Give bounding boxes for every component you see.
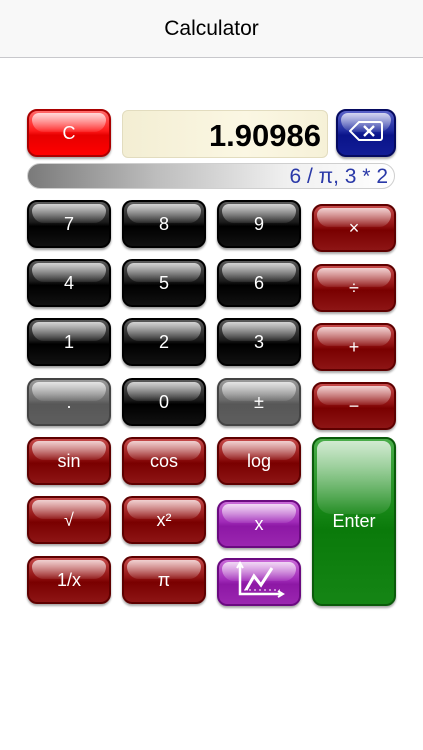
digit-1-label: 1 [63, 331, 74, 352]
divide-button[interactable]: ÷ [312, 264, 396, 312]
history-expression: 6 / π, 3 * 2 [289, 165, 388, 188]
digit-1-button[interactable]: 1 [27, 318, 111, 366]
reciprocal-button[interactable]: 1/x [27, 556, 111, 604]
digit-5-label: 5 [158, 272, 169, 293]
digit-7-button[interactable]: 7 [27, 200, 111, 248]
graph-icon [232, 560, 286, 604]
square-button[interactable]: x² [122, 496, 206, 544]
calculator-display: 1.90986 [122, 110, 328, 158]
pi-button[interactable]: π [122, 556, 206, 604]
plus-minus-button[interactable]: ± [217, 378, 301, 426]
multiply-label: × [348, 217, 360, 238]
add-label: + [348, 336, 360, 357]
variable-x-label: x [254, 513, 264, 534]
square-label: x² [156, 509, 172, 530]
subtract-button[interactable]: − [312, 382, 396, 430]
subtract-label: − [348, 395, 360, 416]
digit-9-button[interactable]: 9 [217, 200, 301, 248]
add-button[interactable]: + [312, 323, 396, 371]
divide-label: ÷ [349, 277, 359, 298]
digit-7-label: 7 [63, 213, 74, 234]
sin-label: sin [57, 450, 81, 471]
digit-0-label: 0 [158, 391, 169, 412]
digit-6-button[interactable]: 6 [217, 259, 301, 307]
sqrt-button[interactable]: √ [27, 496, 111, 544]
sin-button[interactable]: sin [27, 437, 111, 485]
display-value: 1.90986 [208, 118, 321, 153]
variable-x-button[interactable]: x [217, 500, 301, 548]
digit-5-button[interactable]: 5 [122, 259, 206, 307]
log-button[interactable]: log [217, 437, 301, 485]
digit-9-label: 9 [253, 213, 264, 234]
clear-button-label: C [62, 122, 76, 143]
page-title: Calculator [164, 17, 259, 40]
enter-label: Enter [332, 511, 376, 531]
digit-4-label: 4 [63, 272, 74, 293]
decimal-label: . [66, 391, 72, 412]
backspace-button[interactable] [336, 109, 396, 157]
digit-6-label: 6 [253, 272, 264, 293]
history-bar: 6 / π, 3 * 2 [27, 163, 395, 189]
clear-button[interactable]: C [27, 109, 111, 157]
pi-label: π [157, 569, 171, 590]
digit-3-button[interactable]: 3 [217, 318, 301, 366]
log-label: log [246, 450, 272, 471]
digit-0-button[interactable]: 0 [122, 378, 206, 426]
graph-button[interactable] [217, 558, 301, 606]
reciprocal-label: 1/x [56, 569, 81, 590]
digit-8-label: 8 [158, 213, 169, 234]
digit-3-label: 3 [253, 331, 264, 352]
digit-4-button[interactable]: 4 [27, 259, 111, 307]
digit-2-button[interactable]: 2 [122, 318, 206, 366]
enter-button[interactable]: Enter [312, 437, 396, 606]
sqrt-label: √ [64, 509, 74, 530]
cos-label: cos [149, 450, 178, 471]
digit-8-button[interactable]: 8 [122, 200, 206, 248]
plus-minus-label: ± [254, 391, 264, 412]
digit-2-label: 2 [158, 331, 169, 352]
cos-button[interactable]: cos [122, 437, 206, 485]
backspace-icon [348, 120, 383, 147]
decimal-button[interactable]: . [27, 378, 111, 426]
multiply-button[interactable]: × [312, 204, 396, 252]
navigation-bar: Calculator [0, 0, 423, 58]
